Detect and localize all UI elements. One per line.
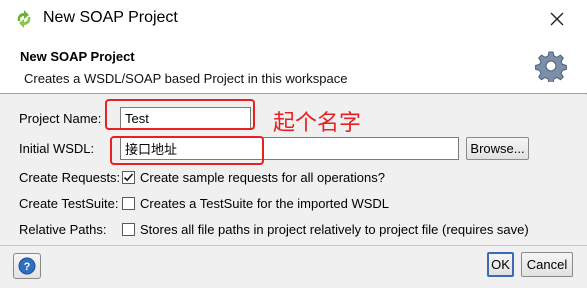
close-button[interactable] [540,4,574,34]
close-icon [550,12,564,26]
dialog-footer: ? OK Cancel [0,245,587,288]
gear-icon [535,51,567,82]
project-name-label: Project Name: [19,111,102,126]
header-title: New SOAP Project [20,49,135,64]
checkmark-icon [123,173,134,182]
create-testsuite-checkbox[interactable] [122,197,135,210]
relative-paths-checkbox[interactable] [122,223,135,236]
annotation-box-project-name [105,99,255,130]
ok-button[interactable]: OK [487,252,514,277]
soapui-logo-icon [17,10,31,28]
create-requests-option: Create sample requests for all operation… [140,170,385,185]
relative-paths-option: Stores all file paths in project relativ… [140,222,529,237]
annotation-box-initial-wsdl [110,136,264,165]
window-title: New SOAP Project [43,9,178,26]
cancel-button[interactable]: Cancel [521,252,573,277]
help-icon: ? [18,257,36,275]
create-requests-label: Create Requests: [19,170,121,185]
initial-wsdl-label: Initial WSDL: [19,141,95,156]
relative-paths-label: Relative Paths: [19,222,107,237]
create-testsuite-option: Creates a TestSuite for the imported WSD… [140,196,390,211]
new-soap-project-dialog: New SOAP Project New SOAP Project Create… [0,0,587,288]
create-requests-checkbox[interactable] [122,171,135,184]
header-description: Creates a WSDL/SOAP based Project in thi… [24,71,348,86]
browse-button[interactable]: Browse... [466,137,529,160]
annotation-text: 起个名字 [273,111,362,136]
create-testsuite-label: Create TestSuite: [19,196,119,211]
dialog-header: New SOAP Project Creates a WSDL/SOAP bas… [0,38,587,94]
help-label: ? [24,261,31,273]
title-bar: New SOAP Project [0,0,587,38]
help-button[interactable]: ? [13,253,41,279]
